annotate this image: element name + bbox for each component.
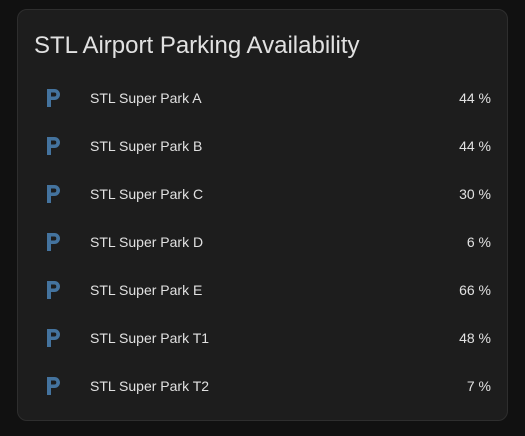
entity-state: 6 % bbox=[466, 234, 491, 250]
entity-name: STL Super Park A bbox=[90, 90, 202, 106]
entity-state: 30 % bbox=[459, 186, 491, 202]
entity-row-super-park-c[interactable]: STL Super Park C 30 % bbox=[18, 170, 507, 218]
entity-name: STL Super Park B bbox=[90, 138, 203, 154]
parking-icon bbox=[44, 84, 64, 112]
entity-name: STL Super Park T2 bbox=[90, 378, 210, 394]
entity-state: 44 % bbox=[459, 90, 491, 106]
entity-row-super-park-b[interactable]: STL Super Park B 44 % bbox=[18, 122, 507, 170]
card-title: STL Airport Parking Availability bbox=[34, 32, 360, 59]
entity-row-super-park-d[interactable]: STL Super Park D 6 % bbox=[18, 218, 507, 266]
entity-name: STL Super Park C bbox=[90, 186, 204, 202]
entities-card: STL Airport Parking Availability STL Sup… bbox=[17, 9, 508, 421]
entity-row-super-park-t2[interactable]: STL Super Park T2 7 % bbox=[18, 362, 507, 410]
entity-name: STL Super Park T1 bbox=[90, 330, 210, 346]
entity-list: STL Super Park A 44 % STL Super Park B 4… bbox=[18, 74, 507, 410]
parking-icon bbox=[44, 228, 64, 256]
entity-state: 7 % bbox=[466, 378, 491, 394]
entity-row-super-park-a[interactable]: STL Super Park A 44 % bbox=[18, 74, 507, 122]
entity-row-super-park-e[interactable]: STL Super Park E 66 % bbox=[18, 266, 507, 314]
parking-icon bbox=[44, 180, 64, 208]
entity-name: STL Super Park D bbox=[90, 234, 204, 250]
parking-icon bbox=[44, 372, 64, 400]
parking-icon bbox=[44, 324, 64, 352]
entity-row-super-park-t1[interactable]: STL Super Park T1 48 % bbox=[18, 314, 507, 362]
entity-state: 66 % bbox=[459, 282, 491, 298]
entity-name: STL Super Park E bbox=[90, 282, 203, 298]
parking-icon bbox=[44, 276, 64, 304]
entity-state: 44 % bbox=[459, 138, 491, 154]
entity-state: 48 % bbox=[459, 330, 491, 346]
parking-icon bbox=[44, 132, 64, 160]
